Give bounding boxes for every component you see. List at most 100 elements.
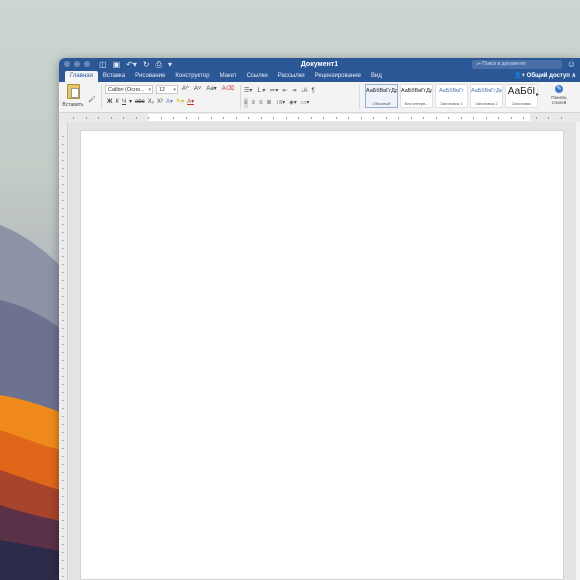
- style-card[interactable]: АаБбI Заголовок: [505, 84, 538, 108]
- ruler-tick: [62, 176, 64, 177]
- ruler-tick: [62, 576, 64, 577]
- bold-button[interactable]: Ж: [107, 97, 112, 107]
- ruler-tick: [62, 464, 64, 465]
- paste-button[interactable]: Вставить: [62, 84, 84, 108]
- text-effects-icon[interactable]: A▾: [166, 97, 173, 107]
- search-input[interactable]: ⌕▾ Поиск в документе: [472, 60, 562, 69]
- tab-0[interactable]: Главная: [65, 71, 98, 82]
- ruler-tick: [62, 280, 64, 281]
- ruler-tick: [273, 117, 274, 119]
- ruler-tick: [62, 488, 64, 489]
- italic-button[interactable]: К: [115, 97, 119, 107]
- font-color-icon[interactable]: A▾: [187, 97, 194, 107]
- ruler-tick: [435, 117, 437, 119]
- styles-pane-button[interactable]: ✎ Панель стилей: [545, 85, 573, 105]
- tab-7[interactable]: Рецензирование: [310, 71, 366, 82]
- ruler-tick: [185, 117, 187, 119]
- tab-8[interactable]: Вид: [366, 71, 387, 82]
- font-size-select[interactable]: 12: [156, 85, 178, 95]
- document-page[interactable]: [80, 130, 564, 580]
- word-window: ◫ ▣ ↶▾ ↻ ⎙ ▾ Документ1 ⌕▾ Поиск в докуме…: [59, 58, 580, 580]
- styles-more-icon[interactable]: ▸: [536, 91, 539, 98]
- ruler-tick: [62, 384, 64, 385]
- ruler-tick: [98, 117, 99, 119]
- highlight-color-icon[interactable]: ✎▾: [176, 97, 184, 107]
- superscript-button[interactable]: X²: [157, 97, 163, 107]
- line-spacing-icon[interactable]: ↕≡▾: [276, 98, 286, 108]
- feedback-smiley-icon[interactable]: ☺: [567, 59, 576, 70]
- ruler-tick: [62, 376, 64, 377]
- increase-indent-icon[interactable]: ⇥: [291, 86, 296, 96]
- tab-6[interactable]: Рассылки: [273, 71, 310, 82]
- font-name-select[interactable]: Calibri (Осно...: [105, 85, 153, 95]
- tab-5[interactable]: Ссылки: [242, 71, 273, 82]
- ruler-tick: [560, 117, 562, 119]
- share-button[interactable]: 👤+ Общий доступ ∧: [514, 71, 576, 82]
- ruler-tick: [73, 117, 74, 119]
- sort-icon[interactable]: ↓A: [300, 86, 307, 96]
- collapse-ribbon-icon[interactable]: ∧: [570, 73, 576, 79]
- ribbon-tabs: Главная Вставка Рисование Конструктор Макет С…: [59, 71, 580, 82]
- bullets-icon[interactable]: ☰▾: [244, 86, 252, 96]
- tab-2[interactable]: Рисование: [130, 71, 170, 82]
- style-preview: АаБбВвГгДе: [471, 88, 502, 94]
- ruler-tick: [62, 432, 64, 433]
- tab-3[interactable]: Конструктор: [170, 71, 214, 82]
- style-preview: АаБбВвГгДд: [366, 88, 397, 94]
- multilevel-list-icon[interactable]: ≔▾: [269, 86, 278, 96]
- underline-button[interactable]: Ч: [122, 97, 126, 107]
- title-bar: ◫ ▣ ↶▾ ↻ ⎙ ▾ Документ1 ⌕▾ Поиск в докуме…: [59, 58, 580, 71]
- ruler-tick: [62, 152, 64, 153]
- justify-icon[interactable]: ≣: [267, 98, 272, 108]
- style-name: Заголовок 2: [475, 101, 498, 106]
- change-case-button[interactable]: Aa▾: [205, 85, 217, 94]
- borders-icon[interactable]: ▭▾: [301, 98, 310, 108]
- tab-1[interactable]: Вставка: [98, 71, 130, 82]
- style-card[interactable]: АаБбВвГг Заголовок 1: [435, 84, 468, 108]
- shading-icon[interactable]: ◈▾: [289, 98, 297, 108]
- ruler-tick: [62, 520, 64, 521]
- style-card[interactable]: АаБбВвГгДд Без интерв...: [400, 84, 433, 108]
- clear-formatting-icon[interactable]: A⌫: [221, 85, 236, 94]
- vertical-scrollbar[interactable]: [576, 122, 580, 580]
- style-card[interactable]: АаБбВвГгДд Обычный: [365, 84, 398, 108]
- subscript-button[interactable]: X₂: [148, 97, 154, 107]
- style-card[interactable]: АаБбВвГгДе Заголовок 2: [470, 84, 503, 108]
- align-center-icon[interactable]: ≡: [252, 98, 256, 108]
- ruler-tick: [135, 117, 137, 119]
- ruler-tick: [260, 117, 262, 119]
- ruler-tick: [62, 168, 64, 169]
- ruler-tick: [62, 560, 64, 561]
- ruler-tick: [485, 117, 487, 119]
- styles-pane-label: Панель стилей: [551, 95, 567, 105]
- grow-font-button[interactable]: A^: [181, 85, 190, 94]
- ruler-tick: [62, 288, 64, 289]
- align-right-icon[interactable]: ≡: [259, 98, 263, 108]
- ruler-tick: [62, 536, 64, 537]
- ruler-tick: [385, 117, 387, 119]
- clipboard-icon: [66, 84, 80, 99]
- ruler-tick: [62, 336, 64, 337]
- align-left-icon[interactable]: ≡: [244, 98, 248, 108]
- format-painter-icon[interactable]: 🖌: [87, 96, 97, 105]
- format-controls: Ж К Ч ▾ abc X₂ X² A▾ ✎▾ A▾: [107, 97, 194, 107]
- shrink-font-button[interactable]: A˅: [193, 85, 203, 94]
- ruler-tick: [62, 200, 64, 201]
- ruler-tick: [62, 208, 64, 209]
- tab-4[interactable]: Макет: [215, 71, 242, 82]
- decrease-indent-icon[interactable]: ⇤: [282, 86, 287, 96]
- numbering-icon[interactable]: ⒈▾: [256, 86, 265, 96]
- ruler-tick: [62, 512, 64, 513]
- ruler-tick: [298, 117, 299, 119]
- paste-label: Вставить: [62, 102, 84, 108]
- ruler-tick: [335, 117, 337, 119]
- ruler-tick: [510, 117, 512, 119]
- ruler-tick: [62, 320, 64, 321]
- vertical-ruler[interactable]: [59, 122, 68, 580]
- ruler-tick: [62, 496, 64, 497]
- underline-dropdown-icon[interactable]: ▾: [129, 97, 132, 107]
- strikethrough-button[interactable]: abc: [135, 97, 145, 107]
- ruler-tick: [62, 448, 64, 449]
- show-formatting-icon[interactable]: ¶: [312, 86, 315, 96]
- ruler-tick: [62, 328, 64, 329]
